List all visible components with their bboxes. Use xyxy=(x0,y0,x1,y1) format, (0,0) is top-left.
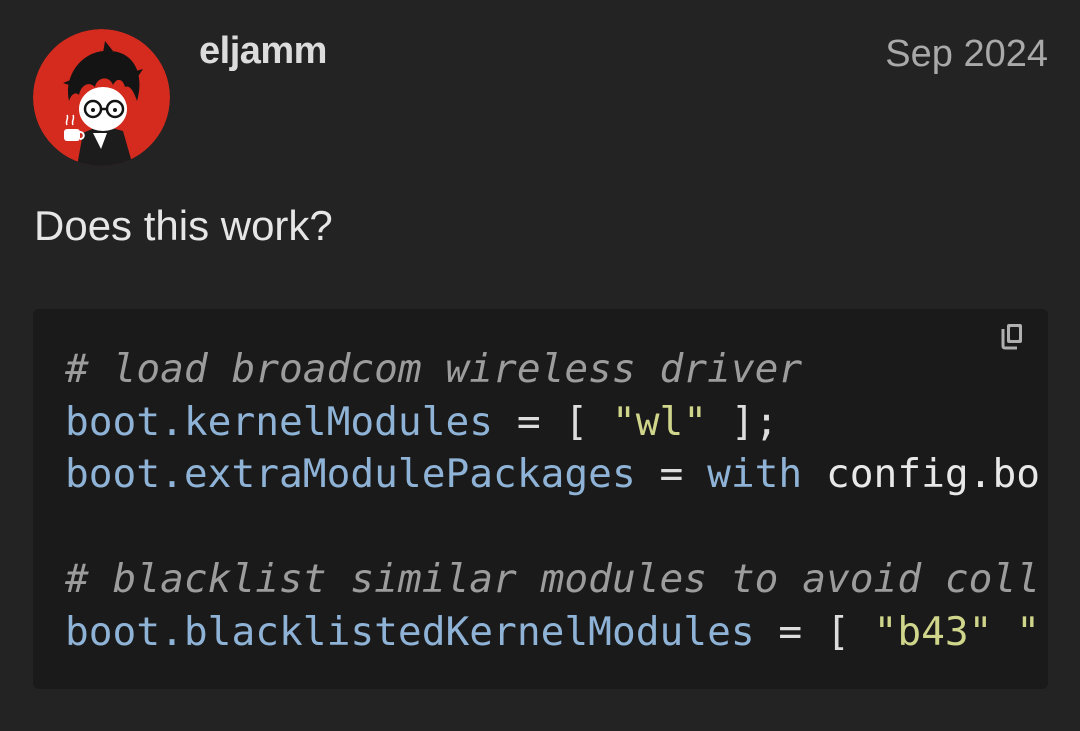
code-line: # blacklist similar modules to avoid col… xyxy=(65,553,1040,606)
code-line: boot.blacklistedKernelModules = [ "b43" … xyxy=(65,606,1040,659)
code-operator: ]; xyxy=(707,398,779,445)
code-line xyxy=(65,501,1040,554)
code-operator: = xyxy=(635,451,708,497)
code-string: " xyxy=(992,608,1041,655)
code-string: "wl" xyxy=(611,398,708,445)
code-operator: = [ xyxy=(493,398,612,445)
code-content: # load broadcom wireless driver boot.kern… xyxy=(65,343,1040,658)
code-comment: # load broadcom wireless driver xyxy=(65,346,803,392)
username[interactable]: eljamm xyxy=(199,30,327,73)
code-string: "b43" xyxy=(873,608,993,655)
code-line: boot.kernelModules = [ "wl" ]; xyxy=(65,396,1040,449)
code-line: boot.extraModulePackages = with config.b… xyxy=(65,448,1040,501)
code-attribute: boot.blacklistedKernelModules xyxy=(65,608,755,655)
code-comment: # blacklist similar modules to avoid col… xyxy=(65,556,1041,602)
post-date[interactable]: Sep 2024 xyxy=(885,33,1048,76)
code-operator: = [ xyxy=(754,608,874,655)
code-attribute: boot.kernelModules xyxy=(65,398,494,445)
user-avatar[interactable] xyxy=(33,29,170,166)
forum-post: eljamm Sep 2024 Does this work? # load b… xyxy=(0,0,1080,731)
code-line: # load broadcom wireless driver xyxy=(65,343,1040,396)
code-attribute: boot.extraModulePackages xyxy=(65,451,636,497)
code-keyword: with xyxy=(707,451,803,497)
user-avatar-icon xyxy=(33,29,170,166)
post-body-text: Does this work? xyxy=(34,202,333,249)
code-block: # load broadcom wireless driver boot.kern… xyxy=(33,309,1048,689)
code-text: config.bo xyxy=(802,451,1041,497)
